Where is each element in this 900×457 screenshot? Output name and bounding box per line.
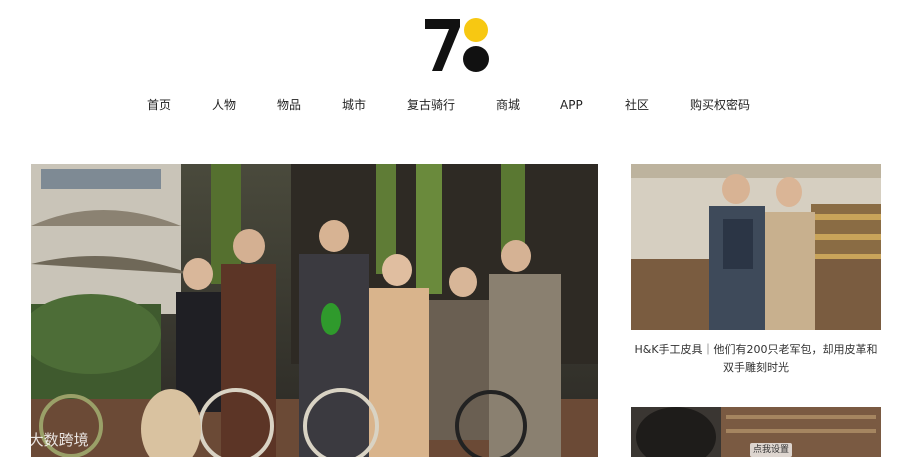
nav-item-city[interactable]: 城市 [342, 96, 366, 114]
watermark-logo: IC [8, 431, 25, 449]
nav-item-vintage-cycling[interactable]: 复古骑行 [407, 96, 455, 114]
watermark: IC 大数跨境 [8, 429, 89, 451]
nav-item-purchase-code[interactable]: 购买权密码 [690, 96, 750, 114]
nav-item-people[interactable]: 人物 [212, 96, 236, 114]
main-nav: 首页 人物 物品 城市 复古骑行 商城 APP 社区 购买权密码 [0, 96, 900, 114]
nav-item-home[interactable]: 首页 [147, 96, 171, 114]
article-card-image[interactable] [631, 164, 881, 330]
nav-item-objects[interactable]: 物品 [277, 96, 301, 114]
watermark-text: 大数跨境 [28, 431, 89, 449]
article-card-image-2[interactable]: 点我设置 [631, 407, 881, 457]
article-card-caption[interactable]: H&K手工皮具｜他们有200只老军包，却用皮革和双手雕刻时光 [631, 341, 881, 377]
settings-chip[interactable]: 点我设置 [750, 443, 793, 457]
nav-item-community[interactable]: 社区 [625, 96, 649, 114]
nav-item-app[interactable]: APP [560, 96, 583, 114]
site-logo[interactable] [424, 17, 490, 73]
nav-item-store[interactable]: 商城 [496, 96, 520, 114]
hero-image[interactable] [31, 164, 598, 457]
